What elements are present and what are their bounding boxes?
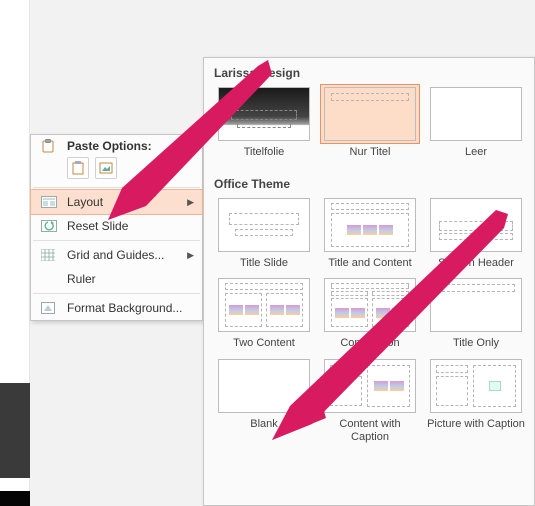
paste-keep-source-button[interactable]: [67, 157, 89, 179]
menu-item-format-background[interactable]: Format Background...: [31, 296, 202, 320]
layout-label: Blank: [250, 418, 278, 431]
layout-two-content[interactable]: Two Content: [214, 275, 314, 350]
layout-leer[interactable]: Leer: [426, 84, 526, 159]
status-strip: [0, 491, 30, 506]
layout-content-with-caption[interactable]: Content with Caption: [320, 356, 420, 443]
layout-label: Title Slide: [240, 257, 288, 270]
menu-item-format-bg-label: Format Background...: [67, 301, 194, 315]
context-menu: Paste Options: Layout ▶ Reset Slide Grid…: [30, 134, 203, 321]
menu-item-reset-slide[interactable]: Reset Slide: [31, 214, 202, 238]
paste-options-row: [31, 155, 202, 185]
layout-label: Title Only: [453, 337, 499, 350]
layout-label: Titelfolie: [244, 146, 285, 159]
layout-label: Picture with Caption: [427, 418, 525, 431]
menu-item-reset-label: Reset Slide: [67, 219, 194, 233]
layout-picture-with-caption[interactable]: Picture with Caption: [426, 356, 526, 443]
layout-grid-custom: Titelfolie Nur Titel Leer: [204, 84, 534, 169]
reset-icon: [41, 218, 59, 234]
menu-item-layout[interactable]: Layout ▶: [31, 190, 202, 214]
layout-title-only[interactable]: Title Only: [426, 275, 526, 350]
menu-item-ruler[interactable]: Ruler: [31, 267, 202, 291]
menu-item-ruler-label: Ruler: [67, 272, 194, 286]
grid-icon: [41, 247, 59, 263]
section-title-custom: Larissa-Design: [204, 58, 534, 84]
layout-icon: [41, 194, 59, 210]
layout-label: Nur Titel: [350, 146, 391, 159]
layout-title-and-content[interactable]: Title and Content: [320, 195, 420, 270]
submenu-arrow-icon: ▶: [187, 250, 194, 261]
layout-label: Content with Caption: [321, 418, 419, 443]
paste-options-header: Paste Options:: [31, 135, 202, 155]
paste-picture-button[interactable]: [95, 157, 117, 179]
format-background-icon: [41, 300, 59, 316]
clipboard-icon: [41, 139, 55, 153]
layout-label: Section Header: [438, 257, 514, 270]
submenu-arrow-icon: ▶: [187, 197, 194, 208]
layout-flyout: Larissa-Design Titelfolie Nur Titel Leer…: [203, 57, 535, 506]
layout-comparison[interactable]: Comparison: [320, 275, 420, 350]
layout-label: Comparison: [340, 337, 399, 350]
layout-label: Two Content: [233, 337, 295, 350]
layout-label: Title and Content: [328, 257, 411, 270]
layout-section-header[interactable]: Section Header: [426, 195, 526, 270]
menu-item-grid-guides[interactable]: Grid and Guides... ▶: [31, 243, 202, 267]
menu-item-layout-label: Layout: [67, 195, 187, 209]
section-title-office: Office Theme: [204, 169, 534, 195]
layout-titelfolie[interactable]: Titelfolie: [214, 84, 314, 159]
layout-title-slide[interactable]: Title Slide: [214, 195, 314, 270]
layout-blank[interactable]: Blank: [214, 356, 314, 443]
menu-item-grid-label: Grid and Guides...: [67, 248, 187, 262]
paste-options-label: Paste Options:: [67, 139, 152, 153]
layout-nur-titel[interactable]: Nur Titel: [320, 84, 420, 159]
layout-grid-office: Title Slide Title and Content Section He…: [204, 195, 534, 454]
layout-label: Leer: [465, 146, 487, 159]
blank-icon: [41, 271, 59, 287]
slide-strip-dark: [0, 383, 30, 478]
